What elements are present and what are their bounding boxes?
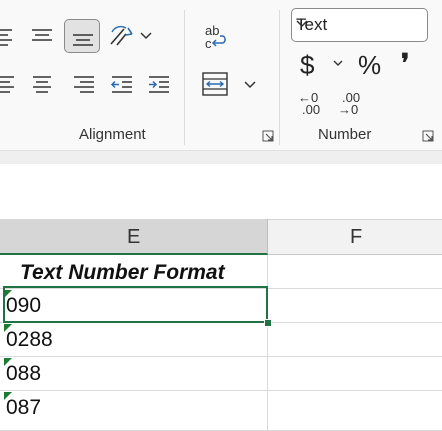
currency-format-button[interactable]: $ [300,50,314,81]
currency-chevron-down-icon[interactable] [333,60,343,67]
table-row[interactable]: 0288 [0,323,268,357]
table-row[interactable]: 087 [0,391,268,431]
align-left-icon[interactable] [0,74,16,94]
align-left-top-icon[interactable] [0,26,16,46]
align-center-icon[interactable] [30,74,54,94]
sheet-gap [0,164,442,219]
column-header-e[interactable]: E [0,219,268,255]
error-indicator-icon[interactable] [4,358,12,366]
align-right-icon[interactable] [72,74,96,94]
cell-f[interactable] [268,357,442,391]
decrease-decimal-button[interactable]: .00 →0 [338,91,360,117]
table-row[interactable]: 088 [0,357,268,391]
alignment-dialog-launcher-icon[interactable] [262,130,274,142]
orientation-icon[interactable] [108,24,136,50]
column-header-f[interactable]: F [268,219,442,255]
cell-f[interactable] [268,289,442,323]
number-dialog-launcher-icon[interactable] [422,130,434,142]
cell-e-header[interactable]: Text Number Format [0,255,268,289]
error-indicator-icon[interactable] [4,324,12,332]
align-center-top-icon[interactable] [30,26,54,46]
format-chevron-down-icon [296,20,420,28]
svg-text:c: c [205,36,212,50]
cell-f[interactable] [268,391,442,431]
group-divider [184,10,185,145]
cell-f[interactable] [268,255,442,289]
decrease-indent-icon[interactable] [110,74,134,94]
align-bottom-icon [72,28,94,48]
column-e-label: E [127,226,141,248]
decrease-decimal-bottom: →0 [338,102,359,117]
cell-value: 0288 [6,328,53,351]
number-format-select[interactable]: Text [291,8,428,42]
header-cell-text: Text Number Format [20,261,225,284]
wrap-text-icon[interactable]: ab c [204,24,230,50]
percent-style-button[interactable]: % [358,50,381,81]
increase-decimal-button[interactable]: ←0 .00 [298,91,320,116]
increase-decimal-bottom: .00 [302,102,321,117]
column-f-label: F [350,226,363,248]
error-indicator-icon[interactable] [4,392,12,400]
chevron-down-icon[interactable] [140,32,152,40]
merge-chevron-down-icon[interactable] [244,81,256,89]
comma-style-button[interactable]: ❜ [401,48,409,79]
ribbon-bottom-border [0,150,442,164]
cell-f[interactable] [268,323,442,357]
fill-handle[interactable] [264,319,272,327]
merge-center-icon[interactable] [202,72,228,96]
increase-indent-icon[interactable] [147,74,171,94]
alignment-group-label: Alignment [79,126,146,143]
active-cell-border [3,286,268,323]
align-bottom-button[interactable] [64,19,100,53]
number-group-label: Number [318,126,372,143]
group-divider [279,10,280,145]
